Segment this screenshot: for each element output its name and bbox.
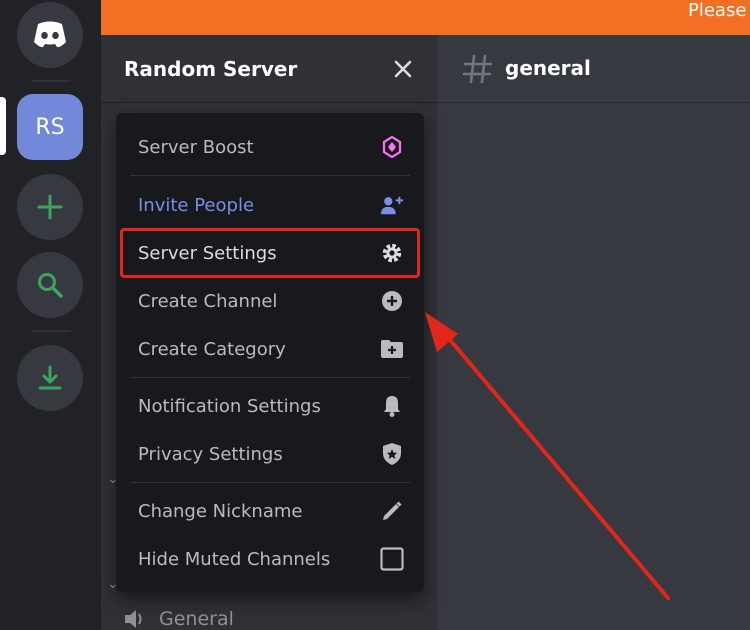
annotation-arrow [425, 312, 670, 600]
